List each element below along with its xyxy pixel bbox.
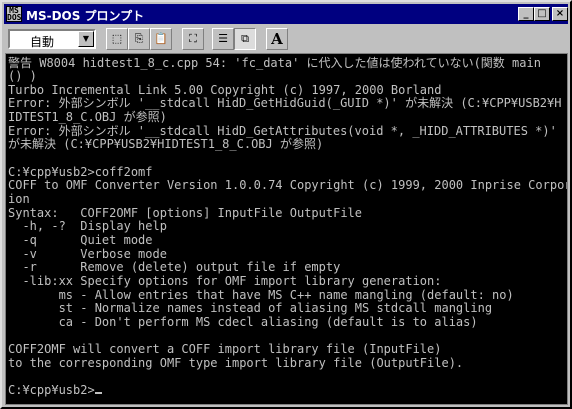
window-title: MS-DOS プロンプト [26,9,145,23]
console-output[interactable]: 警告 W8004 hidtest1_8_c.cpp 54: 'fc_data' … [5,53,568,405]
console-line: COFF to OMF Converter Version 1.0.0.74 C… [8,178,568,192]
console-line: COFF2OMF will convert a COFF import libr… [8,342,442,356]
console-line: st - Normalize names instead of aliasing… [8,301,493,315]
font-size-select[interactable]: 自動 ▼ [8,29,96,49]
console-line: () ) [8,69,37,83]
console-line: Error: 外部シンボル '__stdcall HidD_GetHidGuid… [8,96,562,110]
text-cursor [94,392,102,394]
maximize-button[interactable]: □ [534,7,550,21]
toolbar: 自動 ▼ ⬚ ⎘ 📋 ⛶ ☰ ⧉ A [4,26,568,52]
minimize-button[interactable]: _ [518,7,534,21]
close-button[interactable]: × [552,7,568,21]
background-tool-icon[interactable]: ⧉ [234,28,256,50]
chevron-down-icon[interactable]: ▼ [78,31,94,47]
msdos-app-icon[interactable]: MS DOS [6,6,22,22]
command-prompt-line[interactable]: C:¥cpp¥usb2> [8,384,102,397]
console-line: ca - Don't perform MS cdecl aliasing (de… [8,315,478,329]
console-line: -lib:xx Specify options for OMF import l… [8,274,442,288]
command-prompt: C:¥cpp¥usb2> [8,383,95,397]
font-size-value: 自動 [30,35,55,49]
console-line: -h, -? Display help [8,219,167,233]
paste-tool-icon[interactable]: 📋 [150,28,172,50]
copy-tool-icon[interactable]: ⎘ [128,28,150,50]
console-line: -q Quiet mode [8,233,153,247]
mark-tool-icon[interactable]: ⬚ [106,28,128,50]
console-line: ion [8,192,30,206]
console-line: -r Remove (delete) output file if empty [8,260,341,274]
console-line: が未解決 (C:¥CPP¥USB2¥HIDTEST1_8_C.OBJ が参照) [8,137,324,151]
console-line: 警告 W8004 hidtest1_8_c.cpp 54: 'fc_data' … [8,56,541,70]
console-line: to the corresponding OMF type import lib… [8,356,464,370]
fullscreen-tool-icon[interactable]: ⛶ [182,28,204,50]
console-line: IDTEST1_8_C.OBJ が参照) [8,110,167,124]
title-bar[interactable]: MS DOS MS-DOS プロンプト _ □ × [4,4,568,24]
properties-tool-icon[interactable]: ☰ [212,28,234,50]
msdos-prompt-window: MS DOS MS-DOS プロンプト _ □ × 自動 ▼ ⬚ ⎘ 📋 ⛶ ☰ … [0,0,572,409]
font-tool-icon[interactable]: A [266,28,288,50]
